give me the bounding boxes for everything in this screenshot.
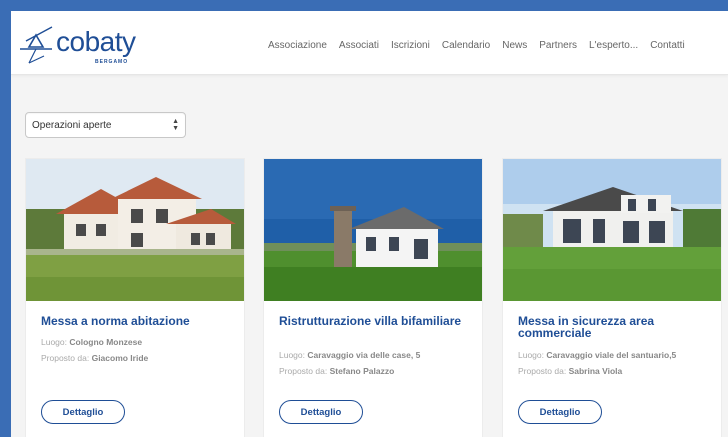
project-title[interactable]: Messa a norma abitazione (41, 315, 237, 327)
project-proposer: Proposto da: Giacomo Iride (41, 353, 149, 363)
browser-page: cobaty BERGAMO Associazione Associati Is… (11, 11, 728, 437)
nav-item-news[interactable]: News (502, 40, 527, 51)
project-card: Messa a norma abitazione Luogo: Cologno … (25, 158, 245, 437)
project-image[interactable] (264, 159, 482, 301)
logo-mark-icon (20, 26, 53, 64)
project-proposer: Proposto da: Sabrina Viola (518, 366, 623, 376)
detail-button[interactable]: Dettaglio (279, 400, 363, 424)
project-image[interactable] (26, 159, 244, 301)
nav-item-calendario[interactable]: Calendario (442, 40, 490, 51)
site-header: cobaty BERGAMO Associazione Associati Is… (11, 11, 728, 75)
detail-button[interactable]: Dettaglio (41, 400, 125, 424)
nav-item-associati[interactable]: Associati (339, 40, 379, 51)
project-card: Ristrutturazione villa bifamiliare Luogo… (263, 158, 483, 437)
operations-filter-select[interactable]: Operazioni aperte ▲ ▼ (25, 112, 186, 138)
nav-item-partners[interactable]: Partners (539, 40, 577, 51)
project-proposer: Proposto da: Stefano Palazzo (279, 366, 395, 376)
main-nav: Associazione Associati Iscrizioni Calend… (268, 40, 697, 51)
logo-text: cobaty (56, 26, 136, 57)
project-image[interactable] (503, 159, 721, 301)
project-title[interactable]: Messa in sicurezza area commerciale (518, 315, 714, 339)
project-card: Messa in sicurezza area commerciale Luog… (502, 158, 722, 437)
logo-subtitle: BERGAMO (95, 59, 129, 65)
updown-arrows-icon: ▲ ▼ (172, 118, 179, 132)
project-location: Luogo: Caravaggio via delle case, 5 (279, 350, 421, 360)
project-location: Luogo: Caravaggio viale del santuario,5 (518, 350, 677, 360)
filter-selected-value: Operazioni aperte (32, 120, 112, 131)
nav-item-iscrizioni[interactable]: Iscrizioni (391, 40, 430, 51)
detail-button[interactable]: Dettaglio (518, 400, 602, 424)
nav-item-esperto[interactable]: L'esperto... (589, 40, 638, 51)
nav-item-associazione[interactable]: Associazione (268, 40, 327, 51)
project-location: Luogo: Cologno Monzese (41, 337, 143, 347)
nav-item-contatti[interactable]: Contatti (650, 40, 684, 51)
logo[interactable]: cobaty BERGAMO (16, 23, 156, 67)
project-title[interactable]: Ristrutturazione villa bifamiliare (279, 315, 475, 327)
